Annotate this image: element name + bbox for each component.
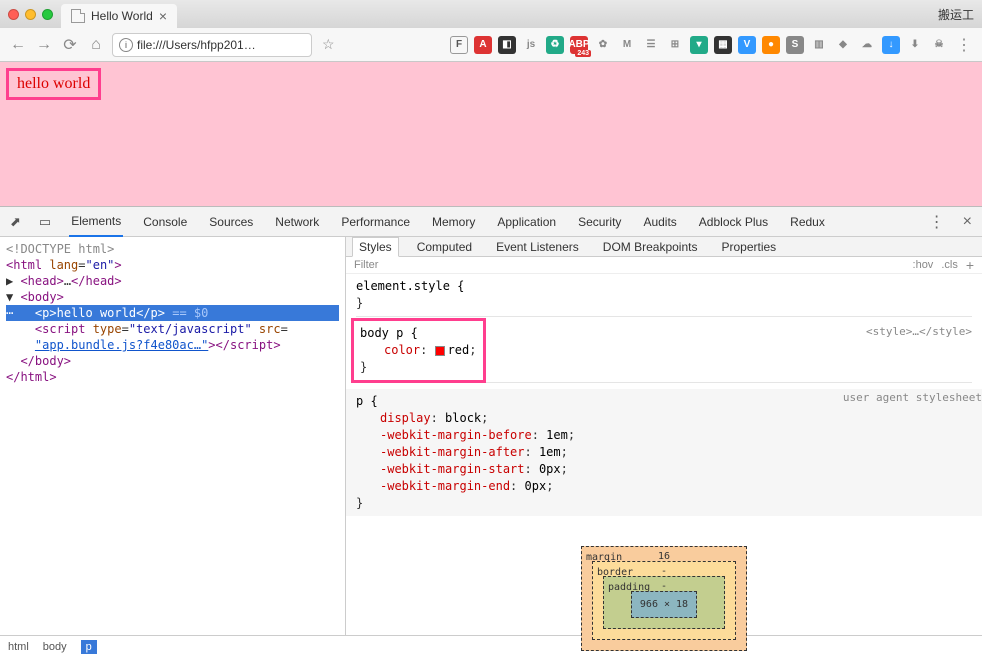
box-model[interactable]: margin 16 border - padding - 966 × 18 xyxy=(581,546,747,651)
subtab-properties[interactable]: Properties xyxy=(715,238,782,256)
devtools-menu-icon[interactable]: ⋮ xyxy=(929,212,945,232)
rule-origin-ua: user agent stylesheet xyxy=(843,389,982,406)
browser-toolbar: ← → ⟳ ⌂ i file:///Users/hfpp201… ☆ F A ◧… xyxy=(0,28,982,62)
head-node[interactable]: ▶ <head>…</head> xyxy=(6,273,339,289)
inspect-icon[interactable]: ⬈ xyxy=(10,214,21,230)
ext-icon[interactable]: A xyxy=(474,36,492,54)
page-viewport: hello world xyxy=(0,62,982,206)
ext-icon[interactable]: ♻ xyxy=(546,36,564,54)
cloud-icon[interactable]: ☁ xyxy=(858,36,876,54)
tab-audits[interactable]: Audits xyxy=(641,207,678,237)
devtools-tabbar: ⬈ ▭ Elements Console Sources Network Per… xyxy=(0,207,982,237)
ext-icon[interactable]: V xyxy=(738,36,756,54)
hov-toggle[interactable]: :hov xyxy=(913,259,934,271)
html-close-node[interactable]: </html> xyxy=(6,369,339,385)
ext-icon[interactable]: ◆ xyxy=(834,36,852,54)
devtools-close-icon[interactable]: × xyxy=(963,213,972,231)
ext-icon[interactable]: S xyxy=(786,36,804,54)
ext-icon[interactable]: ☠ xyxy=(930,36,948,54)
ext-icon[interactable]: ▥ xyxy=(810,36,828,54)
page-icon xyxy=(71,9,85,23)
extension-icons: F A ◧ js ♻ ABP ✿ M ☰ ⊞ ▾ ▦ V ● S ▥ ◆ ☁ ↓… xyxy=(450,35,974,55)
html-node[interactable]: <html lang="en"> xyxy=(6,257,339,273)
maximize-window-icon[interactable] xyxy=(42,9,53,20)
ext-icon[interactable]: ⊞ xyxy=(666,36,684,54)
address-bar[interactable]: i file:///Users/hfpp201… xyxy=(112,33,312,57)
back-button[interactable]: ← xyxy=(8,36,28,54)
browser-tab[interactable]: Hello World × xyxy=(61,4,177,28)
styles-filter-input[interactable]: Filter xyxy=(354,259,378,271)
tab-adblock[interactable]: Adblock Plus xyxy=(697,207,770,237)
cls-toggle[interactable]: .cls xyxy=(941,259,958,271)
ext-icon[interactable]: ⬇ xyxy=(906,36,924,54)
close-tab-icon[interactable]: × xyxy=(159,9,167,23)
devtools-panel: ⬈ ▭ Elements Console Sources Network Per… xyxy=(0,206,982,657)
ext-icon[interactable]: ☰ xyxy=(642,36,660,54)
home-button[interactable]: ⌂ xyxy=(86,36,106,54)
tab-network[interactable]: Network xyxy=(273,207,321,237)
color-swatch-icon[interactable] xyxy=(435,346,445,356)
styles-subtabs: Styles Computed Event Listeners DOM Brea… xyxy=(346,237,982,257)
menu-icon[interactable]: ⋮ xyxy=(954,35,974,55)
profile-label[interactable]: 搬运工 xyxy=(938,6,974,23)
gmail-icon[interactable]: M xyxy=(618,36,636,54)
doctype-node[interactable]: <!DOCTYPE html> xyxy=(6,241,339,257)
tab-memory[interactable]: Memory xyxy=(430,207,477,237)
subtab-event-listeners[interactable]: Event Listeners xyxy=(490,238,585,256)
forward-button: → xyxy=(34,36,54,54)
ext-icon[interactable]: ▾ xyxy=(690,36,708,54)
download-icon[interactable]: ↓ xyxy=(882,36,900,54)
user-agent-rule[interactable]: user agent stylesheet p { display: block… xyxy=(346,389,982,516)
tab-redux[interactable]: Redux xyxy=(788,207,827,237)
tab-performance[interactable]: Performance xyxy=(339,207,412,237)
body-close-node[interactable]: </body> xyxy=(6,353,339,369)
subtab-dom-breakpoints[interactable]: DOM Breakpoints xyxy=(597,238,704,256)
minimize-window-icon[interactable] xyxy=(25,9,36,20)
device-toggle-icon[interactable]: ▭ xyxy=(39,214,51,230)
hello-world-element[interactable]: hello world xyxy=(6,68,101,100)
ext-icon[interactable]: ◧ xyxy=(498,36,516,54)
crumb-body[interactable]: body xyxy=(43,641,67,653)
ext-icon[interactable]: ✿ xyxy=(594,36,612,54)
script-node[interactable]: <script type="text/javascript" src= xyxy=(6,321,339,337)
ext-icon[interactable]: js xyxy=(522,36,540,54)
site-info-icon[interactable]: i xyxy=(119,38,133,52)
tab-sources[interactable]: Sources xyxy=(207,207,255,237)
adblock-icon[interactable]: ABP xyxy=(570,36,588,54)
subtab-computed[interactable]: Computed xyxy=(411,238,478,256)
crumb-p[interactable]: p xyxy=(81,640,97,654)
crumb-html[interactable]: html xyxy=(8,641,29,653)
ext-icon[interactable]: F xyxy=(450,36,468,54)
tab-application[interactable]: Application xyxy=(495,207,558,237)
tab-console[interactable]: Console xyxy=(141,207,189,237)
bookmark-icon[interactable]: ☆ xyxy=(322,36,335,53)
url-text: file:///Users/hfpp201… xyxy=(137,38,256,52)
tab-security[interactable]: Security xyxy=(576,207,623,237)
elements-tree-pane[interactable]: <!DOCTYPE html> <html lang="en"> ▶ <head… xyxy=(0,237,346,635)
body-p-rule[interactable]: <style>…</style> body p { color: red; } xyxy=(356,323,972,383)
new-rule-icon[interactable]: + xyxy=(966,257,974,273)
subtab-styles[interactable]: Styles xyxy=(352,237,399,257)
styles-pane: Styles Computed Event Listeners DOM Brea… xyxy=(346,237,982,635)
tab-title: Hello World xyxy=(91,9,153,23)
selected-p-node[interactable]: ⋯ <p>hello world</p> == $0 xyxy=(6,305,339,321)
browser-tabbar: Hello World × 搬运工 xyxy=(0,0,982,28)
qr-icon[interactable]: ▦ xyxy=(714,36,732,54)
script-src-node[interactable]: "app.bundle.js?f4e80ac…"></script> xyxy=(6,337,339,353)
element-style-rule[interactable]: element.style { } xyxy=(356,278,972,317)
body-open-node[interactable]: ▼ <body> xyxy=(6,289,339,305)
close-window-icon[interactable] xyxy=(8,9,19,20)
tab-elements[interactable]: Elements xyxy=(69,207,123,237)
reload-button[interactable]: ⟳ xyxy=(60,35,80,55)
rule-origin[interactable]: <style>…</style> xyxy=(866,323,972,340)
window-controls xyxy=(8,9,53,20)
ext-icon[interactable]: ● xyxy=(762,36,780,54)
